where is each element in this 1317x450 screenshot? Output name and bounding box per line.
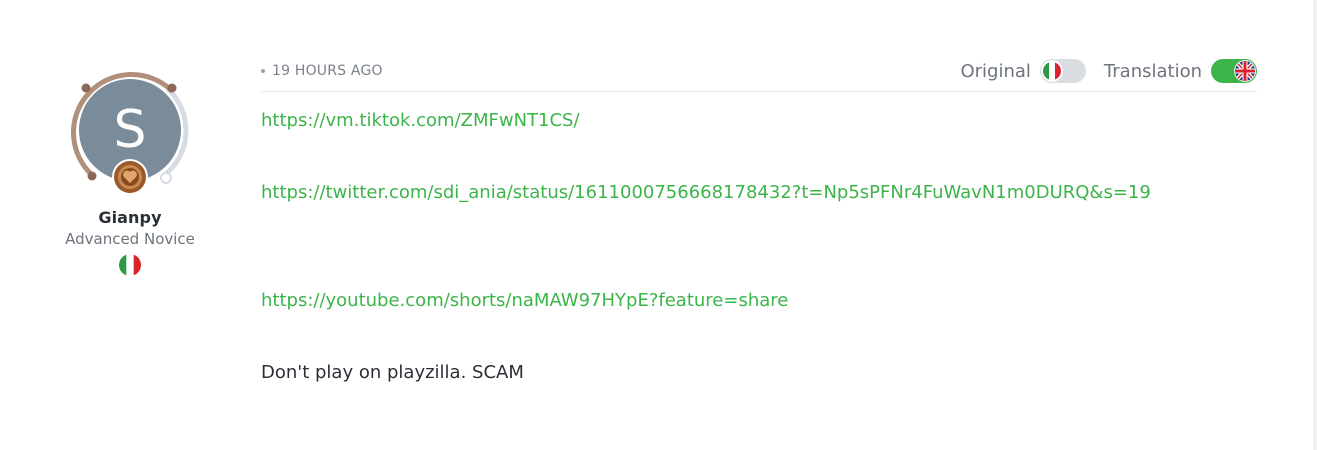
avatar-container[interactable]: S [60, 60, 200, 200]
post-link-tiktok[interactable]: https://vm.tiktok.com/ZMFwNT1CS/ [261, 110, 580, 131]
bronze-rank-badge-icon [112, 159, 148, 195]
uk-flag-icon [1234, 60, 1256, 82]
post-link-youtube[interactable]: https://youtube.com/shorts/naMAW97HYpE?f… [261, 290, 788, 311]
post-header: 19 HOURS AGO Original Translation [261, 55, 1257, 92]
username[interactable]: Gianpy [98, 208, 161, 227]
italy-flag-icon [1040, 60, 1063, 82]
user-rank: Advanced Novice [65, 230, 195, 248]
translation-toggle-group: Translation [1104, 59, 1257, 83]
original-toggle-group: Original [960, 59, 1086, 83]
original-toggle[interactable] [1039, 59, 1086, 83]
language-toggles: Original Translation [942, 59, 1257, 83]
bullet-icon [261, 69, 265, 73]
post-timestamp: 19 HOURS AGO [272, 63, 383, 79]
post-link-twitter[interactable]: https://twitter.com/sdi_ania/status/1611… [261, 182, 1151, 203]
post: 19 HOURS AGO Original Translation https:… [261, 55, 1257, 383]
original-label: Original [960, 60, 1031, 82]
post-author: S Gianpy Advanced Novice [60, 60, 200, 276]
post-meta: 19 HOURS AGO [261, 63, 383, 79]
translation-toggle[interactable] [1211, 59, 1257, 83]
italy-flag-icon [119, 254, 141, 276]
page-edge [1313, 0, 1317, 450]
avatar-letter: S [113, 100, 147, 160]
translation-label: Translation [1103, 60, 1202, 82]
post-message: Don't play on playzilla. SCAM [261, 362, 524, 383]
